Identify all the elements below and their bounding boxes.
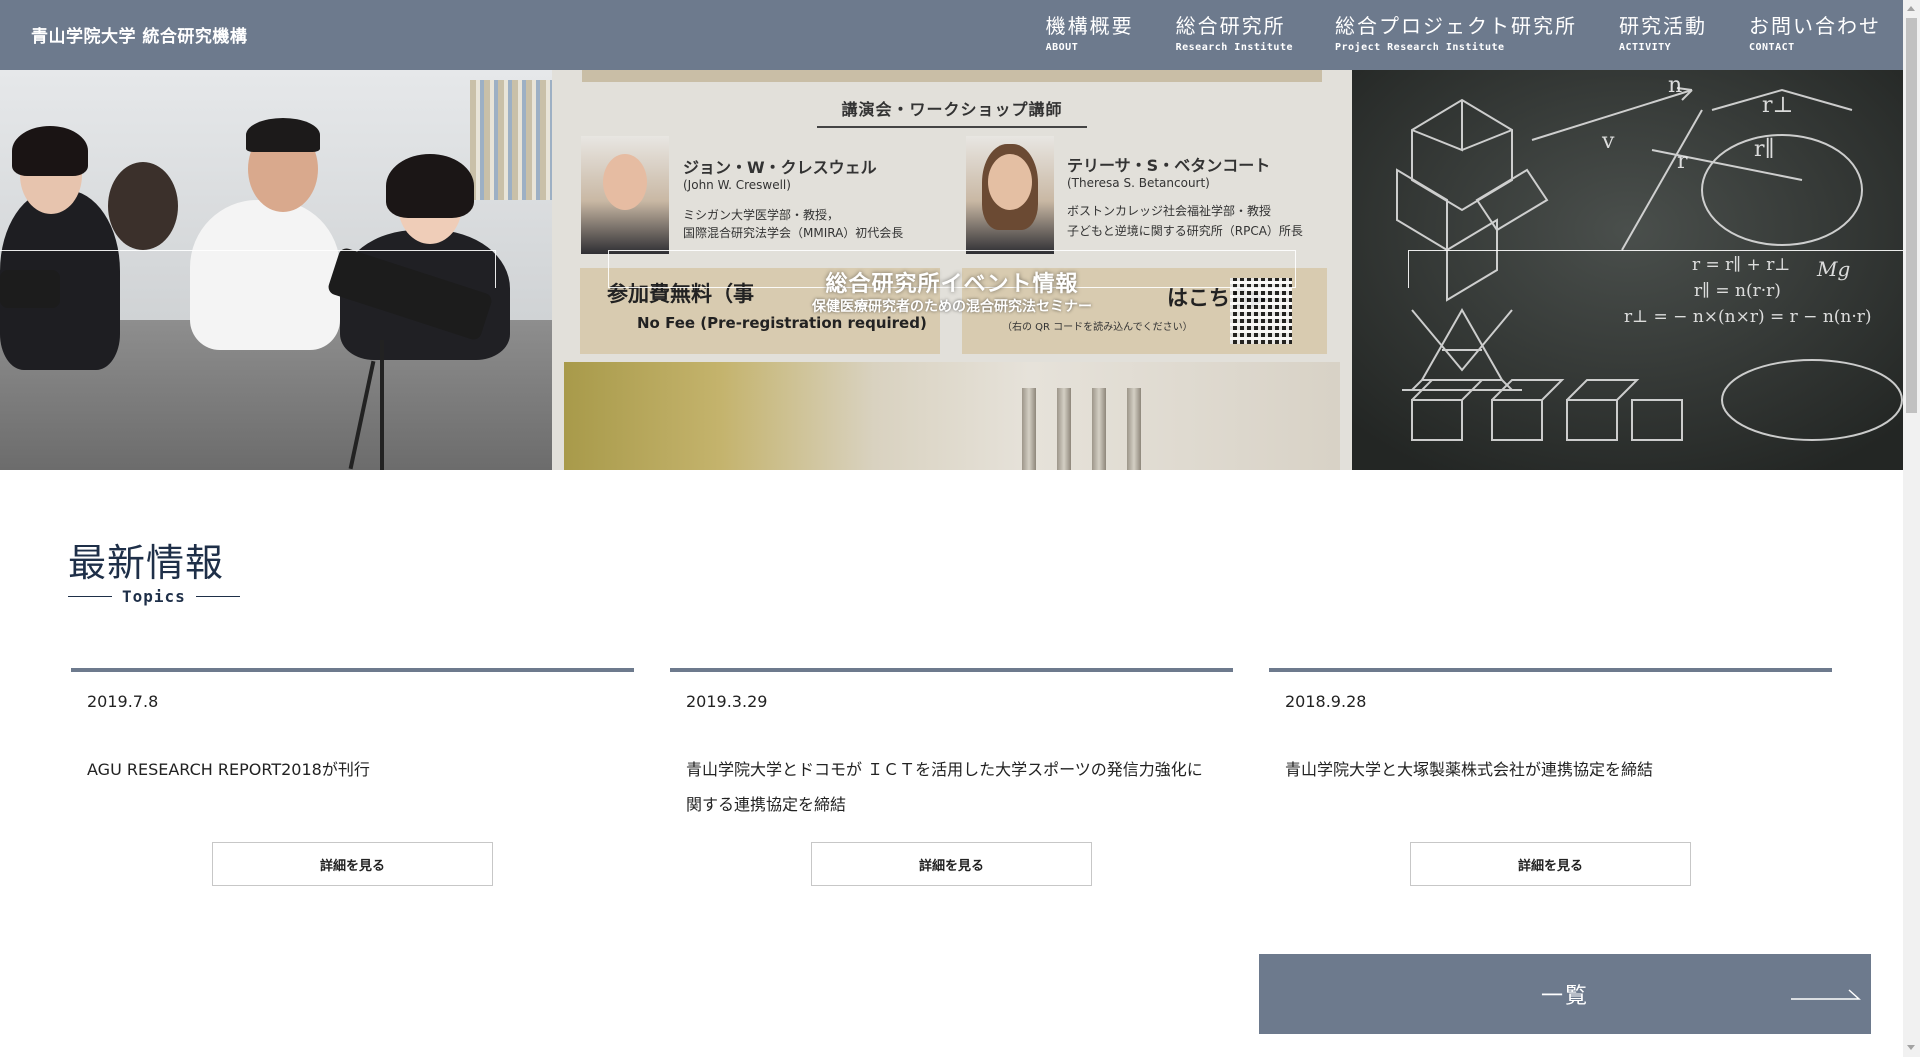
speaker-face <box>603 154 647 210</box>
architecture-image <box>564 362 1340 470</box>
flyer-top-band <box>582 70 1322 82</box>
hero-slide-chalkboard[interactable]: r⊥ = − n×(n×r) = r − n(n·r) r = r∥ + r⊥ … <box>1352 70 1903 470</box>
news-date: 2019.3.29 <box>686 692 768 711</box>
main-nav: 機構概要 ABOUT 総合研究所 Research Institute 総合プロ… <box>1004 13 1881 54</box>
formula-text: r⊥ <box>1762 93 1793 118</box>
page-scrollbar[interactable] <box>1903 0 1920 1057</box>
speaker-name: テリーサ・S・ベタンコート <box>1067 156 1271 175</box>
scrollbar-thumb[interactable] <box>1906 18 1917 413</box>
column-image <box>1057 388 1071 470</box>
details-button[interactable]: 詳細を見る <box>212 842 493 886</box>
nav-item-label: 総合プロジェクト研究所 <box>1335 14 1577 38</box>
fee-label-en: No Fee (Pre-registration required) <box>637 314 927 332</box>
nav-item-activity[interactable]: 研究活動 ACTIVITY <box>1619 13 1707 54</box>
view-all-label: 一覧 <box>1540 984 1589 1009</box>
column-image <box>1022 388 1036 470</box>
nav-item-label: 総合研究所 <box>1175 14 1286 38</box>
nav-item-sublabel: Research Institute <box>1175 42 1293 53</box>
hero-title[interactable]: 総合研究所イベント情報 <box>552 266 1352 298</box>
nav-item-sublabel: ABOUT <box>1045 42 1079 53</box>
speaker-name-en: (Theresa S. Betancourt) <box>1067 176 1210 190</box>
hero-carousel[interactable]: 講演会・ワークショップ講師 ジョン・W・クレスウェル (John W. Cres… <box>0 70 1903 470</box>
details-button[interactable]: 詳細を見る <box>1410 842 1691 886</box>
site-logo[interactable]: 青山学院大学 統合研究機構 <box>31 22 247 47</box>
speaker-photo <box>966 136 1054 254</box>
nav-item-sublabel: CONTACT <box>1749 42 1795 53</box>
formula-text: r∥ = n(r·r) <box>1694 281 1781 301</box>
speaker-desc: 国際混合研究法学会（MMIRA）初代会長 <box>683 226 904 240</box>
speaker-desc: ミシガン大学医学部・教授， <box>683 208 840 222</box>
person-image <box>190 200 340 350</box>
news-title[interactable]: AGU RESEARCH REPORT2018が刊行 <box>87 752 607 787</box>
nav-item-label: 研究活動 <box>1619 14 1707 38</box>
nav-item-research-institute[interactable]: 総合研究所 Research Institute <box>1176 13 1293 54</box>
news-card: 2019.3.29 青山学院大学とドコモが ＩＣＴを活用した大学スポーツの発信力… <box>670 668 1233 888</box>
speaker-desc: 子どもと逆境に関する研究所（RPCA）所長 <box>1067 224 1303 238</box>
topics-subheading: Topics <box>68 587 240 606</box>
column-image <box>1092 388 1106 470</box>
divider <box>195 596 240 597</box>
camera-image <box>0 270 60 308</box>
tripod-image <box>380 340 384 470</box>
nav-item-sublabel: ACTIVITY <box>1619 42 1672 53</box>
nav-item-contact[interactable]: お問い合わせ CONTACT <box>1749 13 1881 54</box>
arrow-right-icon <box>1791 989 1861 1000</box>
site-header: 青山学院大学 統合研究機構 機構概要 ABOUT 総合研究所 Research … <box>0 0 1903 70</box>
nav-item-label: 機構概要 <box>1045 14 1134 38</box>
nav-item-label: お問い合わせ <box>1749 14 1881 38</box>
bookshelf-image <box>470 80 552 200</box>
person-hair <box>12 126 88 176</box>
nav-item-sublabel: Project Research Institute <box>1335 42 1505 53</box>
topics-heading: 最新情報 <box>68 541 225 585</box>
formula-text: r⊥ = − n×(n×r) = r − n(n·r) <box>1624 307 1872 327</box>
speaker-desc: ボストンカレッジ社会福祉学部・教授 <box>1067 204 1272 218</box>
speaker-face <box>988 154 1032 210</box>
speaker-name-en: (John W. Creswell) <box>683 178 791 192</box>
person-hair <box>386 154 474 218</box>
details-button[interactable]: 詳細を見る <box>811 842 1092 886</box>
flyer-heading: 講演会・ワークショップ講師 <box>817 96 1087 128</box>
news-date: 2019.7.8 <box>87 692 159 711</box>
scroll-up-arrow-icon[interactable] <box>1907 6 1915 11</box>
mannequin-head-image <box>108 162 178 250</box>
speaker-name: ジョン・W・クレスウェル <box>683 158 877 177</box>
formula-text: Mg <box>1816 257 1850 281</box>
news-date: 2018.9.28 <box>1285 692 1367 711</box>
hero-slide-lab-photo[interactable] <box>0 70 552 470</box>
speaker-photo <box>581 136 669 254</box>
topics-subheading-label: Topics <box>122 587 186 606</box>
formula-text: r <box>1677 149 1688 174</box>
nav-item-about[interactable]: 機構概要 ABOUT <box>1046 13 1134 54</box>
hero-subtitle[interactable]: 保健医療研究者のための混合研究法セミナー <box>552 296 1352 316</box>
divider <box>68 596 112 597</box>
registration-note: （右の QR コードを読み込んでください） <box>1002 322 1193 333</box>
person-hair <box>246 118 320 152</box>
column-image <box>1127 388 1141 470</box>
formula-text: r∥ <box>1754 137 1775 162</box>
formula-text: r = r∥ + r⊥ <box>1692 255 1790 275</box>
formula-text: v <box>1601 129 1615 154</box>
view-all-button[interactable]: 一覧 <box>1259 954 1871 1034</box>
news-card: 2019.7.8 AGU RESEARCH REPORT2018が刊行 詳細を見… <box>71 668 634 888</box>
news-title[interactable]: 青山学院大学と大塚製薬株式会社が連携協定を締結 <box>1285 752 1805 787</box>
nav-item-project-research-institute[interactable]: 総合プロジェクト研究所 Project Research Institute <box>1335 13 1577 54</box>
scroll-down-arrow-icon[interactable] <box>1907 1045 1915 1050</box>
news-title[interactable]: 青山学院大学とドコモが ＩＣＴを活用した大学スポーツの発信力強化に関する連携協定… <box>686 752 1206 822</box>
formula-text: n <box>1668 73 1682 98</box>
chalkboard-drawing: r⊥ = − n×(n×r) = r − n(n·r) r = r∥ + r⊥ … <box>1352 70 1903 470</box>
news-card: 2018.9.28 青山学院大学と大塚製薬株式会社が連携協定を締結 詳細を見る <box>1269 668 1832 888</box>
